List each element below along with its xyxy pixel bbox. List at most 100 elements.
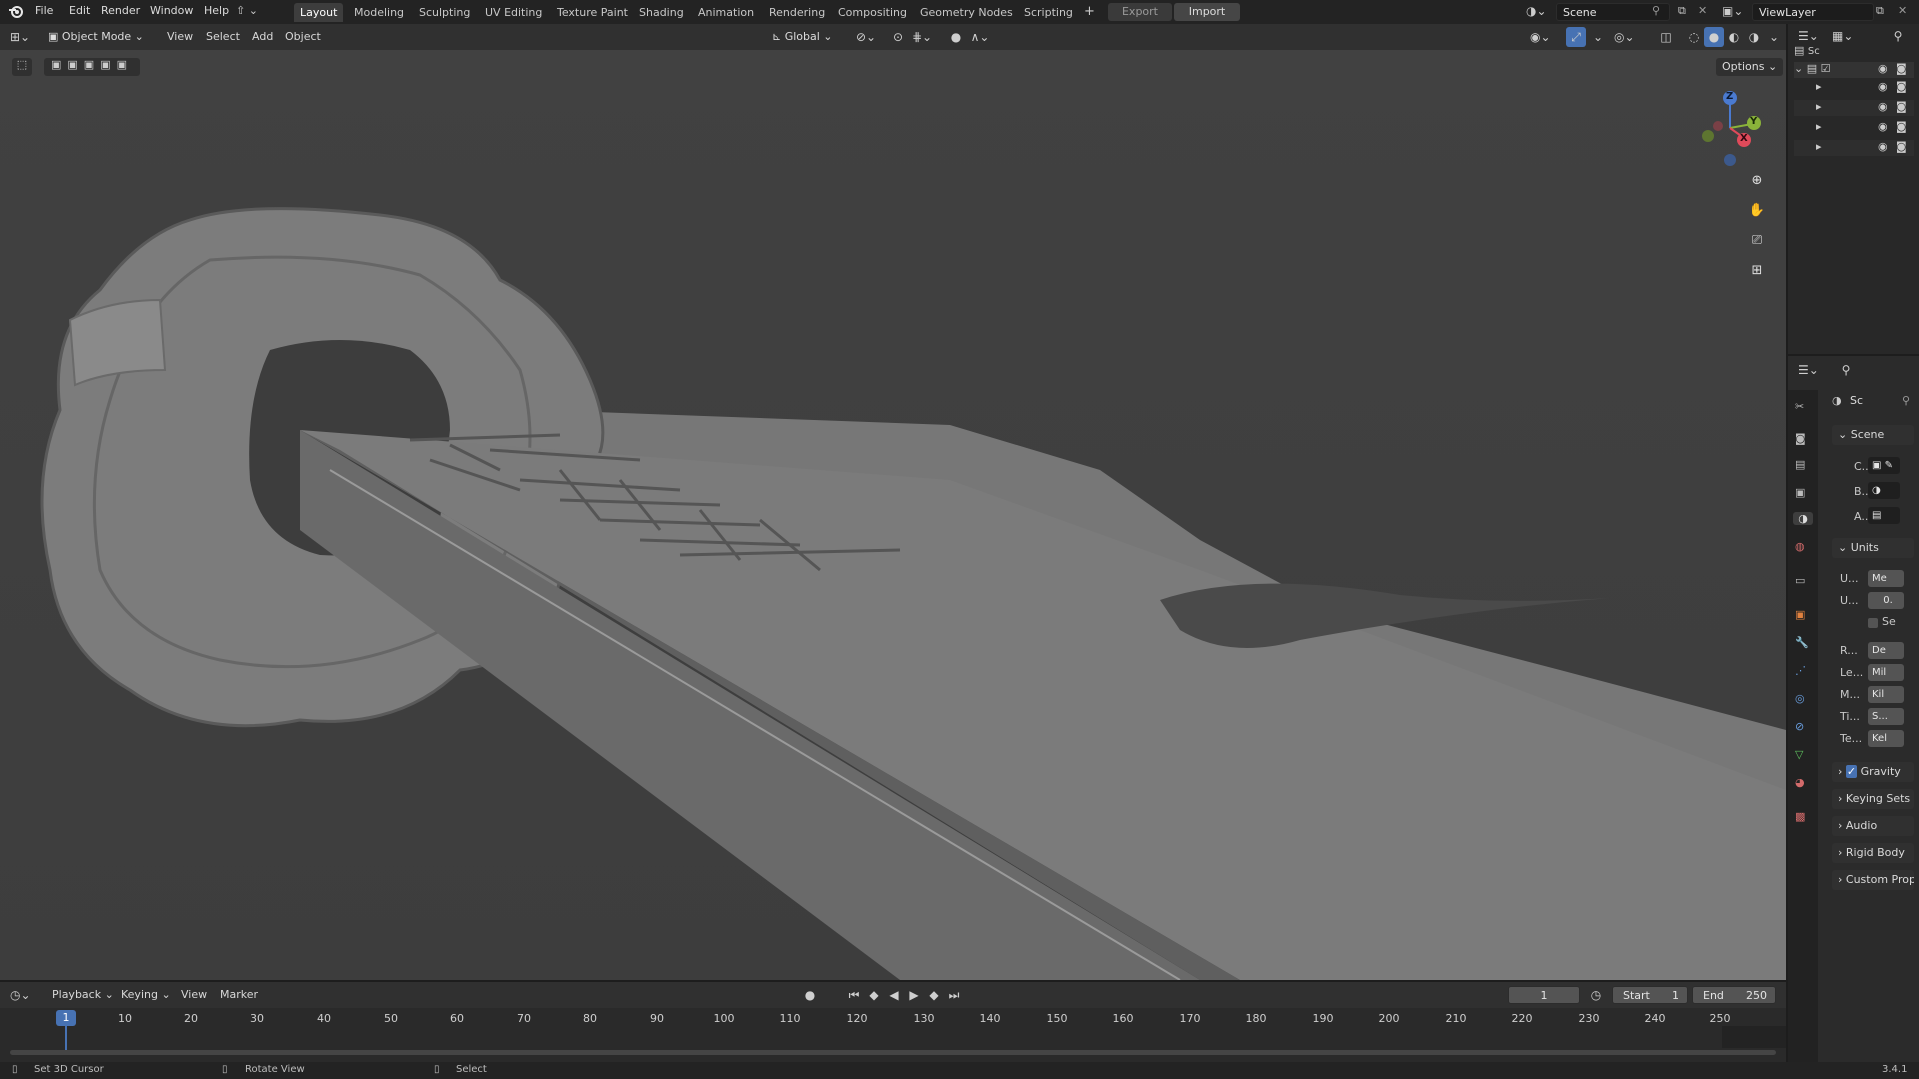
background-set-field[interactable]: ◑ [1868, 482, 1900, 499]
render-camera-icon[interactable]: ◙ [1896, 62, 1907, 75]
outliner-scene-row[interactable]: ▤ Sc [1794, 44, 1914, 60]
jump-start-icon[interactable]: ⏮ [844, 985, 864, 1005]
outliner-collection-row[interactable]: ⌄ ▤ ☑ ◉ ◙ [1794, 62, 1914, 78]
playhead[interactable]: 1 [56, 1010, 76, 1026]
new-scene-icon[interactable]: ⧉ [1678, 4, 1686, 18]
visibility-eye-icon[interactable]: ◉ [1878, 120, 1888, 133]
visibility-eye-icon[interactable]: ◉ [1878, 80, 1888, 93]
mass-field[interactable]: Kil [1868, 686, 1904, 703]
temperature-field[interactable]: Kel [1868, 730, 1904, 747]
scene-panel-header[interactable]: ⌄ Scene [1832, 425, 1914, 445]
prev-keyframe-icon[interactable]: ◆ [864, 985, 884, 1005]
toolbar-select-box-icon[interactable]: ⬚ [12, 58, 32, 76]
menu-window[interactable]: Window [150, 4, 193, 17]
output-tab-icon[interactable]: ▤ [1795, 458, 1805, 471]
rigid-body-panel-header[interactable]: › Rigid Body [1832, 843, 1914, 863]
new-view-layer-icon[interactable]: ⧉ [1876, 4, 1884, 18]
list-item[interactable]: ▸ ◉ ◙ [1794, 100, 1914, 116]
pin-icon[interactable]: ⚲ [1652, 4, 1660, 17]
tab-modeling[interactable]: Modeling [348, 3, 410, 22]
expand-arrow-icon[interactable]: ▸ [1816, 80, 1822, 93]
tab-layout[interactable]: Layout [294, 3, 344, 22]
play-icon[interactable]: ▶ [904, 985, 924, 1005]
properties-search-icon[interactable]: ⚲ [1836, 360, 1856, 380]
tab-scripting[interactable]: Scripting [1018, 3, 1079, 22]
gravity-checkbox-icon[interactable]: ✓ [1845, 765, 1858, 778]
editor-type-icon[interactable]: ⊞⌄ [10, 27, 30, 47]
transform-orientation-dropdown[interactable]: ⊾ Global ⌄ [772, 28, 848, 46]
time-field[interactable]: S... [1868, 708, 1904, 725]
menu-playback[interactable]: Playback ⌄ [52, 988, 114, 1001]
length-field[interactable]: Mil [1868, 664, 1904, 681]
scene-tab-icon[interactable]: ◑ [1793, 512, 1813, 525]
proportional-edit-icon[interactable]: ● [946, 27, 966, 47]
menu-edit[interactable]: Edit [69, 4, 90, 17]
particles-tab-icon[interactable]: ⋰ [1795, 664, 1806, 677]
outliner-search-icon[interactable]: ⚲ [1888, 26, 1908, 46]
scene-camera-field[interactable]: ▣ ✎ [1868, 457, 1900, 474]
visibility-eye-icon[interactable]: ◉ [1878, 62, 1888, 75]
perspective-toggle-icon[interactable]: ⊞ [1746, 260, 1768, 282]
material-tab-icon[interactable]: ◕ [1795, 776, 1805, 789]
view-layer-icon[interactable]: ▣⌄ [1722, 4, 1743, 18]
collection-tab-icon[interactable]: ▭ [1795, 574, 1805, 587]
menu-render[interactable]: Render [101, 4, 140, 17]
data-tab-icon[interactable]: ▽ [1795, 748, 1803, 761]
tab-sculpting[interactable]: Sculpting [413, 3, 476, 22]
render-camera-icon[interactable]: ◙ [1896, 120, 1907, 133]
tab-geometry-nodes[interactable]: Geometry Nodes [914, 3, 1019, 22]
import-button[interactable]: Import [1174, 3, 1240, 21]
expand-icon[interactable]: ⌄ ▤ ☑ [1794, 62, 1830, 75]
shading-options-icon[interactable]: ⌄ [1764, 27, 1784, 47]
next-keyframe-icon[interactable]: ◆ [924, 985, 944, 1005]
timeline-editor-icon[interactable]: ◷⌄ [10, 985, 31, 1005]
separate-units-checkbox[interactable] [1868, 618, 1878, 628]
current-frame-field[interactable]: 1 [1508, 986, 1580, 1004]
render-camera-icon[interactable]: ◙ [1896, 140, 1907, 153]
3d-viewport[interactable]: Options ⌄ ⬚ ▣▣▣▣▣ Z Y X ⊕ ✋ ⎚ ⊞ [0, 50, 1786, 980]
material-shading-icon[interactable]: ◐ [1724, 27, 1744, 47]
overlays-icon[interactable]: ◎⌄ [1614, 27, 1635, 47]
menu-file[interactable]: File [35, 4, 53, 17]
camera-view-icon[interactable]: ⎚ [1746, 230, 1768, 252]
tab-animation[interactable]: Animation [692, 3, 760, 22]
tool-tab-icon[interactable]: ✂ [1795, 400, 1804, 413]
render-camera-icon[interactable]: ◙ [1896, 100, 1907, 113]
blender-logo-icon[interactable] [8, 4, 24, 20]
tab-texture-paint[interactable]: Texture Paint [551, 3, 634, 22]
visibility-filter-icon[interactable]: ◉⌄ [1530, 27, 1551, 47]
outliner-editor-icon[interactable]: ☰⌄ [1798, 26, 1819, 46]
tab-shading[interactable]: Shading [633, 3, 690, 22]
list-item[interactable]: ▸ ◉ ◙ [1794, 80, 1914, 96]
expand-arrow-icon[interactable]: ▸ [1816, 120, 1822, 133]
rotation-field[interactable]: De [1868, 642, 1904, 659]
snap-target-icon[interactable]: ⋕⌄ [912, 27, 932, 47]
tab-uv-editing[interactable]: UV Editing [479, 3, 548, 22]
pan-hand-icon[interactable]: ✋ [1746, 200, 1768, 222]
render-camera-icon[interactable]: ◙ [1896, 80, 1907, 93]
render-tab-icon[interactable]: ◙ [1795, 432, 1806, 445]
start-frame-field[interactable]: Start 1 [1612, 986, 1688, 1004]
menu-help[interactable]: Help [204, 4, 229, 17]
properties-editor-icon[interactable]: ☰⌄ [1798, 360, 1819, 380]
unit-system-field[interactable]: Me [1868, 570, 1904, 587]
active-clip-field[interactable]: ▤ [1868, 507, 1900, 524]
gizmo-toggle-icon[interactable]: ⤢ [1566, 27, 1586, 47]
solid-shading-icon[interactable]: ● [1704, 27, 1724, 47]
zoom-icon[interactable]: ⊕ [1746, 170, 1768, 192]
play-reverse-icon[interactable]: ◀ [884, 985, 904, 1005]
delete-scene-icon[interactable]: ✕ [1698, 4, 1707, 17]
menu-keying[interactable]: Keying ⌄ [121, 988, 171, 1001]
falloff-icon[interactable]: ∧⌄ [970, 27, 990, 47]
navigation-gizmo[interactable]: Z Y X [1690, 88, 1770, 168]
gizmo-dropdown-icon[interactable]: ⌄ [1588, 27, 1608, 47]
menu-marker[interactable]: Marker [220, 988, 258, 1001]
object-mode-dropdown[interactable]: ▣ Object Mode ⌄ [48, 28, 156, 46]
workspace-templates-icon[interactable]: ⇧ ⌄ [236, 4, 270, 20]
keying-sets-panel-header[interactable]: › Keying Sets [1832, 789, 1914, 809]
visibility-eye-icon[interactable]: ◉ [1878, 140, 1888, 153]
menu-view[interactable]: View [167, 30, 193, 43]
tab-compositing[interactable]: Compositing [832, 3, 913, 22]
audio-panel-header[interactable]: › Audio [1832, 816, 1914, 836]
menu-object[interactable]: Object [285, 30, 321, 43]
